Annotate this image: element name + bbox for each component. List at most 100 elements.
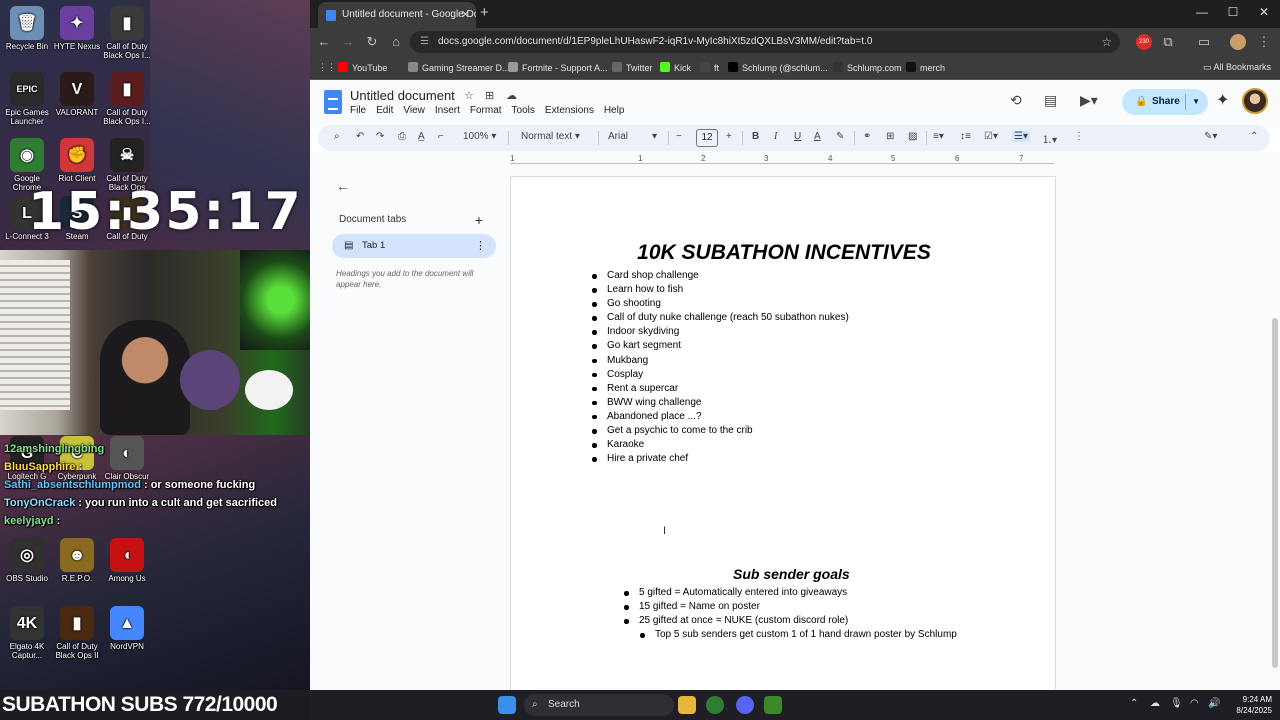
url-input[interactable]: ☰ docs.google.com/document/d/1EP9pleLhUH…	[410, 31, 1120, 53]
more-options-icon[interactable]: ⋮	[1074, 131, 1084, 142]
comments-icon[interactable]: ▤	[1044, 92, 1057, 109]
bookmark-item[interactable]: merch	[906, 62, 945, 73]
tray-chevron-icon[interactable]: ⌃	[1130, 698, 1138, 709]
underline-icon[interactable]: U	[794, 131, 801, 142]
move-folder-icon[interactable]: ⊞	[485, 89, 494, 102]
editing-mode-icon[interactable]: ✎▾	[1204, 131, 1217, 142]
desktop-icon[interactable]: ▲ NordVPN	[100, 606, 154, 651]
style-select[interactable]: Normal text ▾	[521, 131, 580, 142]
close-tab-icon[interactable]: ✕	[461, 2, 470, 28]
bookmark-item[interactable]: ft	[700, 62, 719, 73]
italic-icon[interactable]: I	[774, 131, 777, 142]
gemini-icon[interactable]: ✦	[1216, 90, 1229, 110]
tab-1[interactable]: ▤ Tab 1 ⋮	[332, 234, 496, 258]
increase-font-icon[interactable]: +	[726, 131, 732, 142]
chrome-menu-icon[interactable]: ⋮	[1256, 34, 1272, 50]
desktop-icon[interactable]: ☻ R.E.P.O.	[50, 538, 104, 583]
decrease-font-icon[interactable]: −	[676, 131, 682, 142]
bookmark-item[interactable]: Twitter	[612, 62, 653, 73]
file-explorer-icon[interactable]	[678, 696, 696, 714]
document-page[interactable]: 10K SUBATHON INCENTIVES Card shop challe…	[510, 176, 1056, 690]
bookmark-item[interactable]: Fortnite - Support A...	[508, 62, 608, 73]
user-avatar[interactable]	[1242, 88, 1268, 114]
desktop-icon[interactable]: ✊ Riot Client	[50, 138, 104, 183]
numbered-list-icon[interactable]: ⒈▾	[1042, 131, 1057, 146]
highlight-icon[interactable]: ✎	[836, 131, 844, 142]
desktop-icon[interactable]: ✦ HYTE Nexus	[50, 6, 104, 51]
back-icon[interactable]: ←	[316, 34, 332, 49]
star-icon[interactable]: ☆	[464, 89, 474, 102]
menu-help[interactable]: Help	[604, 105, 625, 116]
zoom-select[interactable]: 100% ▾	[463, 131, 496, 142]
extension-badge-icon[interactable]: 230	[1136, 34, 1152, 50]
apps-icon[interactable]: ⋮⋮	[318, 62, 336, 73]
extensions-icon[interactable]: ⧉	[1160, 34, 1176, 50]
align-icon[interactable]: ≡▾	[933, 131, 944, 142]
docs-logo-icon[interactable]	[324, 90, 342, 114]
bookmark-item[interactable]: Gaming Streamer D...	[408, 62, 510, 73]
tab-options-icon[interactable]: ⋮	[475, 234, 486, 258]
chrome-taskbar-icon[interactable]	[706, 696, 724, 714]
search-menus-icon[interactable]: ⌕	[334, 131, 340, 142]
text-color-icon[interactable]: A	[814, 131, 821, 142]
meet-icon[interactable]: ▶▾	[1080, 92, 1098, 109]
document-title[interactable]: Untitled document	[350, 88, 455, 103]
font-size-input[interactable]: 12	[696, 129, 718, 147]
side-panel-icon[interactable]: ▭	[1196, 34, 1212, 50]
volume-icon[interactable]: 🔊	[1208, 698, 1220, 709]
start-icon[interactable]	[498, 696, 516, 714]
browser-tab[interactable]: Untitled document - Google Docs ✕	[318, 2, 476, 28]
comment-icon[interactable]: ⊞	[886, 131, 894, 142]
bullet-list-icon[interactable]: ☰▾	[1012, 131, 1030, 142]
print-icon[interactable]: ⎙	[398, 131, 406, 142]
minimize-icon[interactable]: —	[1192, 5, 1212, 19]
undo-icon[interactable]: ↶	[356, 131, 364, 142]
desktop-icon[interactable]: EPIC Epic Games Launcher	[0, 72, 54, 126]
minecraft-icon[interactable]	[764, 696, 782, 714]
bookmark-star-icon[interactable]: ☆	[1101, 31, 1112, 53]
bookmark-item[interactable]: Schlump.com	[833, 62, 902, 73]
cloud-tray-icon[interactable]: ☁	[1150, 698, 1160, 709]
menu-insert[interactable]: Insert	[435, 105, 460, 116]
hide-menus-icon[interactable]: ⌃	[1250, 131, 1258, 142]
desktop-icon[interactable]: ◖ Among Us	[100, 538, 154, 583]
share-button[interactable]: 🔒 Share ▼	[1122, 89, 1208, 115]
new-tab-icon[interactable]: +	[480, 4, 489, 21]
profile-avatar[interactable]	[1230, 34, 1246, 50]
link-icon[interactable]: ⚭	[863, 131, 871, 142]
add-tab-icon[interactable]: +	[475, 212, 483, 228]
scrollbar[interactable]	[1272, 318, 1278, 668]
font-dropdown-icon[interactable]: ▾	[652, 131, 657, 142]
desktop-icon[interactable]: 🗑 Recycle Bin	[0, 6, 54, 51]
desktop-icon[interactable]: 4K Elgato 4K Captur...	[0, 606, 54, 660]
taskbar-search[interactable]: ⌕ Search	[524, 694, 674, 716]
menu-file[interactable]: File	[350, 105, 366, 116]
paint-format-icon[interactable]: ⌐	[438, 131, 444, 142]
mic-icon[interactable]: 🎙	[1170, 698, 1183, 709]
menu-edit[interactable]: Edit	[376, 105, 393, 116]
forward-icon[interactable]: →	[340, 34, 356, 49]
version-history-icon[interactable]: ⟲	[1010, 92, 1022, 109]
all-bookmarks[interactable]: ▭ All Bookmarks	[1203, 62, 1271, 73]
bold-icon[interactable]: B	[752, 131, 759, 142]
site-info-icon[interactable]: ☰	[420, 31, 429, 53]
font-select[interactable]: Arial	[608, 131, 628, 142]
menu-view[interactable]: View	[403, 105, 425, 116]
maximize-icon[interactable]: ☐	[1223, 5, 1243, 19]
checklist-icon[interactable]: ☑▾	[984, 131, 998, 142]
bookmark-item[interactable]: Schlump (@schlum...	[728, 62, 828, 73]
desktop-icon[interactable]: ▮ Call of Duty Black Ops II	[50, 606, 104, 660]
wifi-icon[interactable]: ◠	[1190, 698, 1199, 709]
menu-tools[interactable]: Tools	[512, 105, 535, 116]
image-icon[interactable]: ▨	[908, 131, 917, 142]
desktop-icon[interactable]: ▮ Call of Duty Black Ops I...	[100, 6, 154, 60]
bookmark-item[interactable]: YouTube	[338, 62, 387, 73]
share-dropdown-icon[interactable]: ▼	[1192, 89, 1200, 115]
redo-icon[interactable]: ↷	[376, 131, 384, 142]
desktop-icon[interactable]: ▮ Call of Duty Black Ops I...	[100, 72, 154, 126]
desktop-icon[interactable]: ◎ OBS Studio	[0, 538, 54, 583]
line-spacing-icon[interactable]: ↕≡	[960, 131, 971, 142]
clock-date[interactable]: 9:24 AM 8/24/2025	[1236, 694, 1272, 716]
desktop-icon[interactable]: V VALORANT	[50, 72, 104, 117]
close-window-icon[interactable]: ✕	[1254, 5, 1274, 19]
